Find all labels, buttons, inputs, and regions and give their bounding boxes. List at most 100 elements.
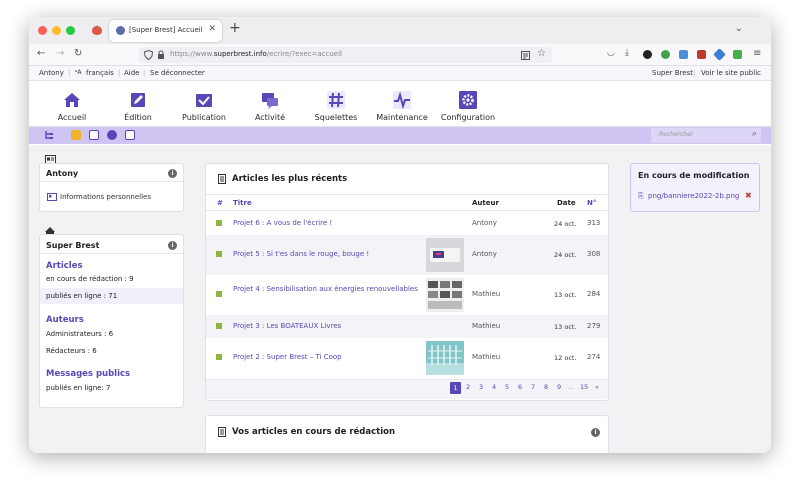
search-box[interactable]: Rechercher ⌕ <box>651 128 761 143</box>
minimize-window-button[interactable] <box>52 26 61 35</box>
page-link[interactable]: 2 <box>466 383 470 391</box>
search-icon[interactable]: ⌕ <box>752 129 757 139</box>
extension-blue-icon[interactable] <box>679 50 688 59</box>
search-input[interactable]: Rechercher <box>659 131 693 138</box>
close-icon[interactable]: ✖ <box>745 191 752 200</box>
extension-a-icon[interactable] <box>643 50 652 59</box>
ublock-icon[interactable] <box>697 50 706 59</box>
article-title-link[interactable]: Projet 5 : Si t'es dans le rouge, bouge … <box>233 250 369 258</box>
article-title-link[interactable]: Projet 4 : Sensibilisation aux énergies … <box>233 285 418 294</box>
hamburger-menu-icon[interactable]: ≡ <box>753 48 761 59</box>
extension-diamond-icon[interactable] <box>713 48 726 61</box>
article-thumbnail[interactable] <box>426 238 464 272</box>
close-tab-icon[interactable]: ✕ <box>208 24 216 34</box>
tab-list-chevron-icon[interactable]: ⌄ <box>735 23 743 34</box>
page-link[interactable]: 9 <box>557 383 561 391</box>
add-article-icon[interactable] <box>89 130 99 140</box>
menu-edition[interactable]: Édition <box>103 91 173 122</box>
menu-publication[interactable]: Publication <box>169 91 239 122</box>
personal-info-link[interactable]: Informations personnelles <box>60 193 151 201</box>
back-icon[interactable]: ← <box>37 48 45 59</box>
address-bar[interactable]: https://www.superbrest.info/ecrire/?exec… <box>139 47 552 63</box>
menu-squelettes[interactable]: Squelettes <box>301 91 371 122</box>
help-link[interactable]: Aide <box>124 69 139 77</box>
active-tab[interactable]: [Super Brest] Accueil ✕ <box>109 20 222 42</box>
forward-icon[interactable]: → <box>56 48 64 59</box>
page-link[interactable]: 4 <box>492 383 496 391</box>
admins-count[interactable]: Administrateurs : 6 <box>46 330 113 338</box>
page-link[interactable]: 8 <box>544 383 548 391</box>
articles-online-count[interactable]: publiés en ligne : 71 <box>46 292 117 300</box>
next-pages-link[interactable]: » <box>595 383 599 391</box>
page-link[interactable]: 15 <box>580 383 588 391</box>
extension-folder-icon[interactable] <box>733 50 742 59</box>
url-text[interactable]: https://www.superbrest.info/ecrire/?exec… <box>170 50 342 58</box>
messages-online-count[interactable]: publiés en ligne: 7 <box>46 384 110 392</box>
status-marker <box>216 220 222 226</box>
sitemap-icon[interactable] <box>44 130 54 140</box>
pocket-icon[interactable]: ◡ <box>607 48 615 58</box>
table-row[interactable]: Projet 5 : Si t'es dans le rouge, bouge … <box>206 235 608 275</box>
table-header: # Titre Auteur Date N° <box>206 194 608 211</box>
col-num[interactable]: # <box>217 199 223 207</box>
recent-articles-box: Articles les plus récents # Titre Auteur… <box>205 163 609 401</box>
table-row[interactable]: Projet 6 : A vous de l'écrire ! Antony 2… <box>206 212 608 235</box>
page-link[interactable]: 3 <box>479 383 483 391</box>
page-link-current[interactable]: 1 <box>450 382 461 394</box>
browser-window: [Super Brest] Accueil ✕ + ⌄ ← → ↻ https:… <box>29 17 771 453</box>
user-link[interactable]: Antony <box>39 69 64 77</box>
site-name-link[interactable]: Super Brest <box>652 69 693 77</box>
reload-icon[interactable]: ↻ <box>74 48 82 59</box>
info-icon[interactable]: i <box>168 169 177 178</box>
info-icon[interactable]: i <box>168 241 177 250</box>
article-thumbnail[interactable] <box>426 341 464 375</box>
view-public-site-link[interactable]: Voir le site public <box>701 69 761 77</box>
articles-draft-count[interactable]: en cours de rédaction : 9 <box>46 275 134 283</box>
col-title[interactable]: Titre <box>233 199 252 207</box>
editors-count[interactable]: Rédacteurs : 6 <box>46 347 97 355</box>
article-number: 274 <box>587 353 601 361</box>
add-section-icon[interactable] <box>71 130 81 140</box>
table-row[interactable]: Projet 2 : Super Brest – Ti Coop Mathieu… <box>206 338 608 378</box>
add-document-icon[interactable] <box>125 130 135 140</box>
articles-heading[interactable]: Articles <box>46 261 83 271</box>
article-title-link[interactable]: Projet 6 : A vous de l'écrire ! <box>233 219 332 227</box>
add-author-icon[interactable] <box>107 130 117 140</box>
status-marker <box>216 291 222 297</box>
editing-file-link[interactable]: png/banniere2022-2b.png <box>648 192 739 200</box>
menu-home[interactable]: Accueil <box>37 91 107 122</box>
bookmark-star-icon[interactable]: ☆ <box>537 48 546 59</box>
article-thumbnail[interactable] <box>426 278 464 312</box>
page-link[interactable]: 5 <box>505 383 509 391</box>
reader-view-icon[interactable] <box>521 51 530 60</box>
shield-icon[interactable] <box>144 50 153 60</box>
pinned-tab-icon[interactable] <box>91 25 103 36</box>
menu-activite[interactable]: Activité <box>235 91 305 122</box>
col-number[interactable]: N° <box>587 199 596 207</box>
table-row[interactable]: Projet 4 : Sensibilisation aux énergies … <box>206 275 608 315</box>
separator: | <box>693 69 696 77</box>
status-marker <box>216 323 222 329</box>
extension-green-icon[interactable] <box>661 50 670 59</box>
article-title-link[interactable]: Projet 3 : Les BOATEAUX Livres <box>233 322 341 330</box>
separator: | <box>143 69 146 77</box>
page-link[interactable]: 7 <box>531 383 535 391</box>
tab-bar: [Super Brest] Accueil ✕ + ⌄ <box>29 17 771 44</box>
maximize-window-button[interactable] <box>66 26 75 35</box>
download-icon[interactable]: ⤓ <box>625 48 629 58</box>
new-tab-button[interactable]: + <box>229 20 241 36</box>
info-icon[interactable]: i <box>591 428 600 437</box>
language-link[interactable]: français <box>86 69 114 77</box>
page-link[interactable]: 6 <box>518 383 522 391</box>
close-window-button[interactable] <box>38 26 47 35</box>
menu-configuration[interactable]: Configuration <box>433 91 503 122</box>
col-date[interactable]: Date <box>557 199 576 207</box>
article-title-link[interactable]: Projet 2 : Super Brest – Ti Coop <box>233 353 342 361</box>
menu-maintenance[interactable]: Maintenance <box>367 91 437 122</box>
authors-heading[interactable]: Auteurs <box>46 315 84 325</box>
lock-icon[interactable] <box>157 50 165 60</box>
table-row[interactable]: Projet 3 : Les BOATEAUX Livres Mathieu 1… <box>206 315 608 338</box>
messages-heading[interactable]: Messages publics <box>46 369 130 379</box>
logout-link[interactable]: Se déconnecter <box>150 69 205 77</box>
col-author[interactable]: Auteur <box>472 199 499 207</box>
